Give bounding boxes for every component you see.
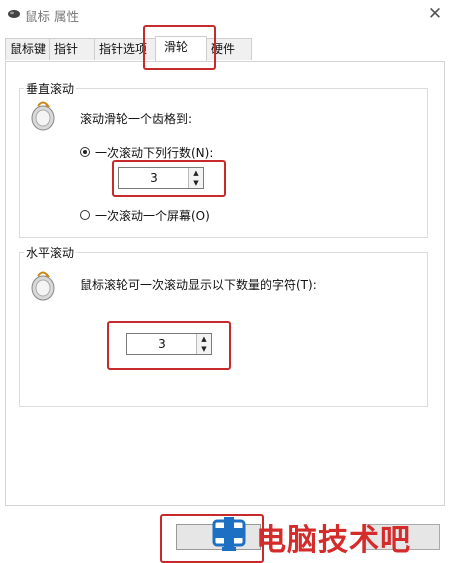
radio-scroll-lines[interactable] — [80, 147, 90, 157]
wheel-tab-highlight — [143, 25, 216, 70]
watermark-logo-icon — [212, 517, 246, 551]
watermark: 电脑技术吧 — [208, 509, 444, 561]
tab-bar: 鼠标键 指针 指针选项 滑轮 硬件 — [5, 36, 445, 61]
close-button[interactable]: ✕ — [422, 2, 448, 26]
window-title: 鼠标 属性 — [25, 9, 79, 24]
close-icon: ✕ — [427, 4, 443, 24]
watermark-text: 电脑技术吧 — [256, 523, 411, 558]
vertical-scroll-title: 垂直滚动 — [24, 80, 77, 97]
chars-spinbox-highlight — [107, 321, 231, 370]
tab-pointers[interactable]: 指针 — [49, 38, 95, 60]
radio-scroll-screen-label: 一次滚动一个屏幕(O) — [95, 209, 210, 223]
mouse-app-icon — [8, 10, 20, 18]
mouse-wheel-icon — [31, 101, 55, 131]
radio-scroll-lines-label: 一次滚动下列行数(N): — [95, 146, 214, 160]
radio-scroll-screen[interactable] — [80, 210, 90, 220]
mouse-wheel-horizontal-icon — [31, 271, 55, 301]
title-bar: 鼠标 属性 ✕ — [0, 0, 450, 30]
tab-mouse-buttons[interactable]: 鼠标键 — [5, 38, 50, 60]
horizontal-instruction: 鼠标滚轮可一次滚动显示以下数量的字符(T): — [80, 278, 317, 292]
horizontal-scroll-title: 水平滚动 — [24, 244, 77, 261]
lines-spinbox-highlight — [112, 160, 226, 197]
vertical-instruction: 滚动滑轮一个齿格到: — [80, 112, 193, 126]
